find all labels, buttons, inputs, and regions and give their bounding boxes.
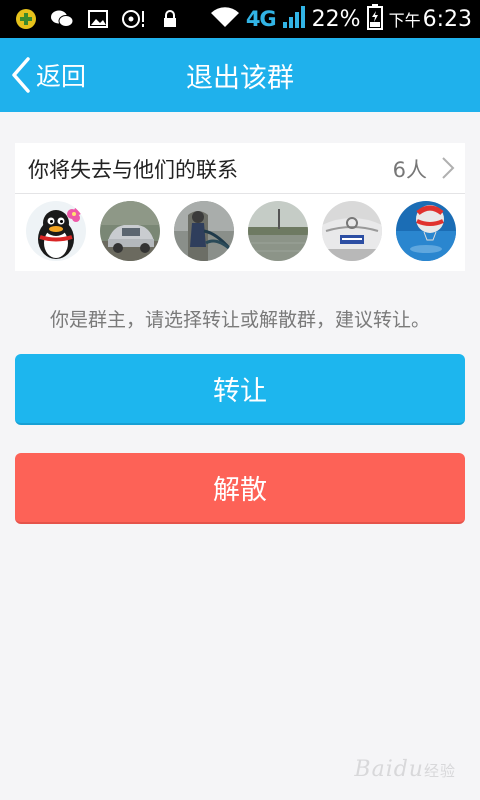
signal-icon bbox=[282, 5, 306, 33]
back-label: 返回 bbox=[36, 62, 87, 91]
person-photo-icon bbox=[174, 201, 234, 261]
avatar[interactable] bbox=[26, 201, 86, 261]
owner-tip: 你是群主，请选择转让或解散群，建议转让。 bbox=[49, 309, 430, 331]
avatar[interactable] bbox=[248, 201, 308, 261]
member-count: 6人 bbox=[392, 158, 427, 182]
image-icon bbox=[86, 7, 110, 31]
title-bar: 返回 退出该群 bbox=[0, 38, 480, 112]
app-shield-icon bbox=[14, 7, 38, 31]
members-label: 你将失去与他们的联系 bbox=[28, 158, 238, 182]
disc-alert-icon bbox=[122, 7, 146, 31]
lake-photo-icon bbox=[248, 201, 308, 261]
network-type: 4G bbox=[245, 7, 277, 31]
penguin-avatar-icon bbox=[26, 201, 86, 261]
transfer-button[interactable]: 转让 bbox=[15, 354, 465, 425]
battery-percent: 22% bbox=[311, 6, 361, 32]
clock: 下午6:23 bbox=[388, 6, 472, 32]
car-photo-icon bbox=[100, 201, 160, 261]
avatar[interactable] bbox=[322, 201, 382, 261]
battery-icon bbox=[366, 4, 383, 34]
avatar[interactable] bbox=[100, 201, 160, 261]
notification-icons bbox=[14, 7, 182, 31]
wifi-icon bbox=[210, 6, 240, 32]
system-status: 4G 22% 下午6:23 bbox=[210, 0, 472, 38]
balloon-photo-icon bbox=[396, 201, 456, 261]
chevron-right-icon bbox=[442, 157, 455, 179]
member-avatars bbox=[26, 201, 456, 261]
avatar[interactable] bbox=[174, 201, 234, 261]
wechat-icon bbox=[50, 7, 74, 31]
back-button[interactable]: 返回 bbox=[8, 38, 118, 112]
status-bar: 4G 22% 下午6:23 bbox=[0, 0, 480, 38]
chevron-left-icon bbox=[12, 57, 30, 93]
lock-icon bbox=[158, 7, 182, 31]
car-plate-photo-icon bbox=[322, 201, 382, 261]
members-card: 你将失去与他们的联系 6人 bbox=[15, 143, 465, 271]
avatar[interactable] bbox=[396, 201, 456, 261]
dissolve-button[interactable]: 解散 bbox=[15, 453, 465, 524]
members-row[interactable]: 你将失去与他们的联系 6人 bbox=[15, 143, 465, 194]
watermark: Baidu经验 bbox=[354, 757, 456, 782]
